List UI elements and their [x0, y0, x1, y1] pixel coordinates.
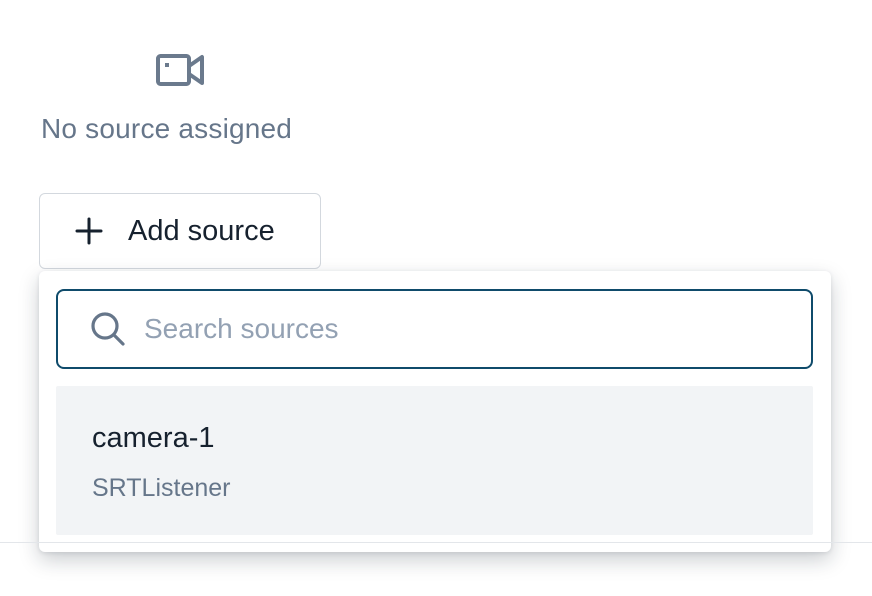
- search-box[interactable]: [56, 289, 813, 369]
- plus-icon: [75, 217, 103, 245]
- source-list-item[interactable]: camera-1 SRTListener: [56, 386, 813, 535]
- source-type: SRTListener: [92, 474, 231, 502]
- divider: [0, 542, 872, 543]
- search-icon: [91, 312, 125, 346]
- add-source-label: Add source: [128, 214, 275, 247]
- video-camera-icon: [156, 54, 204, 86]
- source-name: camera-1: [92, 422, 215, 454]
- search-sources-input[interactable]: [144, 313, 764, 345]
- add-source-button[interactable]: Add source: [39, 193, 321, 269]
- source-panel: No source assigned Add source camera-1 S…: [0, 0, 872, 596]
- empty-state-message: No source assigned: [41, 113, 293, 144]
- source-dropdown: camera-1 SRTListener: [39, 271, 831, 552]
